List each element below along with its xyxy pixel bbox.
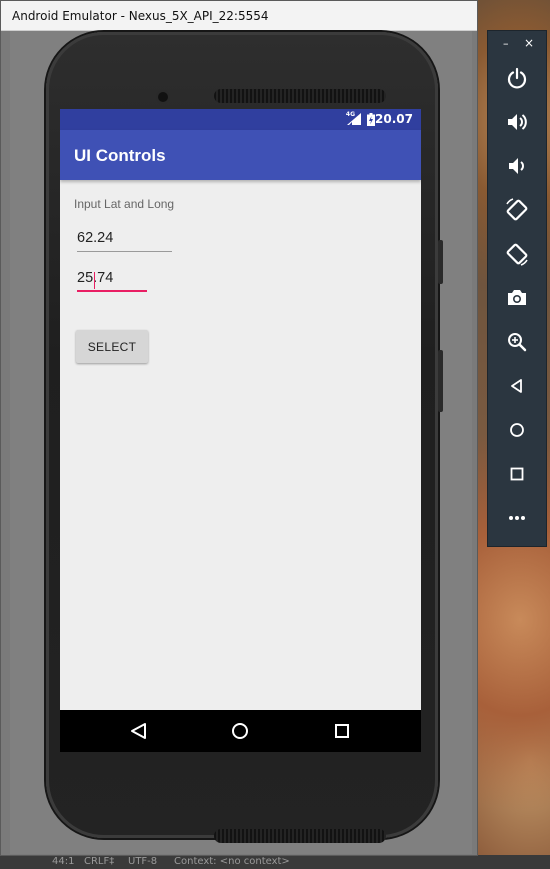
app-title: UI Controls xyxy=(74,146,166,165)
longitude-value: 25.74 xyxy=(77,270,114,286)
line-endings[interactable]: CRLF‡ xyxy=(84,855,114,869)
select-button[interactable]: SELECT xyxy=(76,330,148,363)
more-icon[interactable] xyxy=(503,504,531,532)
signal-icon xyxy=(347,113,361,125)
close-icon[interactable]: × xyxy=(524,36,534,50)
power-icon[interactable] xyxy=(503,64,531,92)
app-bar: UI Controls xyxy=(60,130,421,180)
rotate-left-icon[interactable] xyxy=(503,196,531,224)
file-encoding[interactable]: UTF-8 xyxy=(128,855,157,869)
back-icon[interactable] xyxy=(503,372,531,400)
latitude-value: 62.24 xyxy=(77,230,114,246)
status-time: 20.07 xyxy=(375,112,413,126)
minimize-icon[interactable]: – xyxy=(503,37,509,50)
cursor-position[interactable]: 44:1 xyxy=(52,855,74,869)
android-status-bar: 4G 20.07 xyxy=(60,109,421,130)
window-title: Android Emulator - Nexus_5X_API_22:5554 xyxy=(12,9,269,23)
phone-screen: 4G 20.07 UI Controls Input Lat and Long … xyxy=(60,109,421,752)
volume-down-icon[interactable] xyxy=(503,152,531,180)
ide-status-bar: 44:1 CRLF‡ UTF-8 Context: <no context> xyxy=(0,855,550,869)
input-label: Input Lat and Long xyxy=(74,197,175,211)
longitude-field[interactable]: 25.74 xyxy=(77,270,147,292)
volume-up-icon[interactable] xyxy=(503,108,531,136)
longitude-underline xyxy=(77,290,147,292)
phone-volume-button xyxy=(438,350,443,412)
top-speaker xyxy=(214,89,386,103)
rotate-right-icon[interactable] xyxy=(503,240,531,268)
nav-back-icon[interactable] xyxy=(119,710,159,752)
bottom-speaker xyxy=(214,829,386,843)
zoom-icon[interactable] xyxy=(503,328,531,356)
phone-power-button xyxy=(438,240,443,284)
home-icon[interactable] xyxy=(503,416,531,444)
overview-icon[interactable] xyxy=(503,460,531,488)
nav-overview-icon[interactable] xyxy=(322,710,362,752)
front-camera xyxy=(158,92,168,102)
emulator-toolbar: – × xyxy=(487,30,547,547)
android-nav-bar xyxy=(60,710,421,752)
latitude-field[interactable]: 62.24 xyxy=(77,230,172,252)
latitude-underline xyxy=(77,251,172,252)
context-indicator[interactable]: Context: <no context> xyxy=(174,855,290,869)
battery-icon xyxy=(367,113,375,126)
text-cursor xyxy=(94,272,95,289)
camera-icon[interactable] xyxy=(503,284,531,312)
emulator-titlebar[interactable]: Android Emulator - Nexus_5X_API_22:5554 xyxy=(1,1,477,31)
nav-home-icon[interactable] xyxy=(220,710,260,752)
